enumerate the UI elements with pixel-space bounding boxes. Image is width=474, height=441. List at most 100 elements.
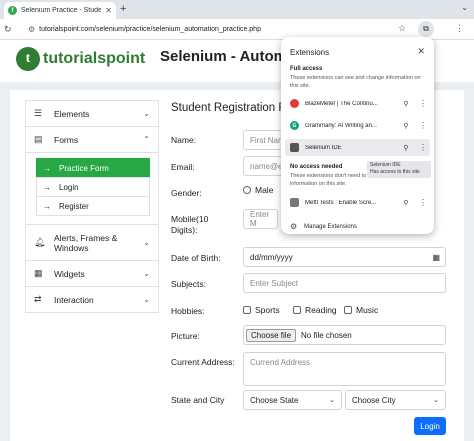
extensions-title: Extensions — [290, 48, 330, 57]
close-icon[interactable]: ✕ — [105, 6, 112, 15]
extensions-popup: Extensions ✕ Full access These extension… — [281, 37, 434, 234]
arrow-right-icon: → — [43, 163, 51, 173]
logo-mark: t — [16, 47, 40, 71]
more-options-icon[interactable]: ⋮ — [419, 121, 427, 130]
swap-arrows-icon: ⇄ — [34, 294, 42, 304]
pin-icon[interactable]: ⚲ — [401, 100, 411, 108]
tooltip-description: Has access to this site — [370, 169, 420, 175]
browser-tab-bar: f Selenium Practice - Student I ✕ + ⌄ — [0, 0, 474, 19]
close-icon[interactable]: ✕ — [417, 46, 425, 57]
hobby-reading-checkbox[interactable]: Reading — [293, 305, 337, 315]
grammarly-icon: G — [290, 121, 299, 130]
pin-icon[interactable]: ⚲ — [401, 199, 411, 207]
state-select[interactable]: Choose State ⌄ — [243, 390, 342, 410]
state-city-label: State and City — [171, 395, 225, 405]
chevron-down-icon: ⌄ — [143, 238, 150, 247]
manage-extensions-link[interactable]: ⚙ Manage Extensions — [290, 222, 357, 231]
no-access-heading: No access needed — [290, 164, 343, 170]
extension-item-selenium-ide[interactable]: Selenium IDE ⚲ ⋮ — [285, 139, 430, 156]
sidebar-item-label: Alerts, Frames & Windows — [54, 232, 118, 253]
manage-extensions-label: Manage Extensions — [304, 223, 357, 230]
chevron-down-icon: ⌄ — [143, 295, 150, 304]
sidebar-item-widgets[interactable]: ▦ Widgets ⌄ — [25, 260, 159, 287]
sidebar-item-label: Practice Form — [59, 163, 109, 173]
full-access-heading: Full access — [290, 66, 323, 72]
logo[interactable]: t tutorialspoint — [16, 47, 145, 71]
pin-icon[interactable]: ⚲ — [401, 122, 411, 130]
calendar-icon[interactable]: ▦ — [432, 253, 440, 262]
gender-male-radio[interactable]: Male — [243, 185, 273, 195]
url-field[interactable]: ⚙ tutorialspoint.com/selenium/practice/s… — [28, 22, 388, 37]
sidebar-item-label: Interaction — [54, 294, 94, 305]
hobby-label: Sports — [255, 305, 280, 315]
sidebar-item-practice-form[interactable]: → Practice Form — [36, 158, 150, 178]
hamburger-icon: ☰ — [34, 108, 43, 118]
gear-icon: ⚙ — [290, 222, 298, 231]
extension-name: Grammarly: AI Writing an... — [305, 122, 377, 129]
radio-circle[interactable] — [243, 186, 251, 194]
selenium-ide-tooltip: Selenium IDE Has access to this site — [367, 161, 431, 178]
sidebar-item-register[interactable]: → Register — [36, 196, 150, 216]
sidebar-item-forms[interactable]: ▤ Forms ⌃ — [25, 126, 159, 153]
grid-icon: ▦ — [34, 268, 43, 278]
sidebar: ☰ Elements ⌄ ▤ Forms ⌃ → Practice Form →… — [25, 100, 159, 313]
bell-icon: 🔔︎ — [34, 237, 46, 247]
city-select-value: Choose City — [352, 395, 396, 405]
extensions-puzzle-icon[interactable]: ⧉ — [418, 21, 434, 37]
chevron-down-icon[interactable]: ⌄ — [461, 3, 468, 12]
mobile-label: Mobile(10 Digits): — [171, 214, 209, 235]
city-select[interactable]: Choose City ⌄ — [345, 390, 446, 410]
more-options-icon[interactable]: ⋮ — [419, 99, 427, 108]
site-info-icon[interactable]: ⚙ — [28, 25, 35, 34]
mobile-input[interactable]: Enter M — [243, 209, 278, 229]
subjects-input[interactable]: Enter Subject — [243, 273, 446, 293]
sidebar-item-login[interactable]: → Login — [36, 177, 150, 197]
arrow-right-icon: → — [43, 201, 51, 211]
sidebar-item-interaction[interactable]: ⇄ Interaction ⌄ — [25, 286, 159, 313]
sidebar-item-label: Forms — [54, 134, 79, 145]
login-button[interactable]: Login — [414, 417, 446, 435]
pin-icon[interactable]: ⚲ — [401, 144, 411, 152]
mettl-icon — [290, 198, 299, 207]
sidebar-item-elements[interactable]: ☰ Elements ⌄ — [25, 100, 159, 127]
email-input[interactable]: name@e — [243, 156, 283, 176]
choose-file-button[interactable]: Choose file — [246, 328, 297, 342]
subjects-label: Subjects: — [171, 279, 206, 289]
form-title: Student Registration Fo — [171, 102, 292, 114]
checkbox-box[interactable] — [293, 306, 301, 314]
new-tab-icon[interactable]: + — [120, 3, 126, 15]
address-textarea[interactable]: Currend Address — [243, 352, 446, 386]
checkbox-box[interactable] — [344, 306, 352, 314]
hobby-label: Reading — [305, 305, 337, 315]
picture-file-input[interactable]: Choose file No file chosen — [243, 325, 446, 345]
hobby-sports-checkbox[interactable]: Sports — [243, 305, 280, 315]
extension-item-mettl[interactable]: Mettl Tests : Enable Scre... ⚲ ⋮ — [285, 194, 430, 211]
hobby-label: Music — [356, 305, 379, 315]
dob-value: dd/mm/yyyy — [250, 252, 293, 262]
logo-text: tutorialspoint — [43, 50, 146, 67]
reload-icon[interactable]: ↻ — [4, 24, 12, 35]
picture-label: Picture: — [171, 331, 200, 341]
checkbox-box[interactable] — [243, 306, 251, 314]
extension-name: BlazeMeter | The Continu... — [305, 100, 378, 107]
sidebar-item-label: Register — [59, 201, 89, 211]
dob-label: Date of Birth: — [171, 253, 221, 263]
dob-input[interactable]: dd/mm/yyyy ▦ — [243, 247, 446, 267]
extension-item-blazemeter[interactable]: BlazeMeter | The Continu... ⚲ ⋮ — [285, 95, 430, 112]
browser-menu-icon[interactable]: ⋮ — [455, 23, 464, 34]
extension-name: Mettl Tests : Enable Scre... — [305, 199, 377, 206]
blazemeter-icon — [290, 99, 299, 108]
bookmark-star-icon[interactable]: ☆ — [398, 23, 406, 34]
more-options-icon[interactable]: ⋮ — [419, 198, 427, 207]
hobby-music-checkbox[interactable]: Music — [344, 305, 378, 315]
extension-item-grammarly[interactable]: G Grammarly: AI Writing an... ⚲ ⋮ — [285, 117, 430, 134]
browser-tab[interactable]: f Selenium Practice - Student I ✕ — [4, 2, 116, 19]
url-text: tutorialspoint.com/selenium/practice/sel… — [39, 26, 261, 33]
chevron-down-icon: ⌄ — [433, 397, 439, 404]
tab-favicon-icon: f — [8, 6, 17, 15]
sidebar-item-alerts[interactable]: 🔔︎ Alerts, Frames & Windows ⌄ — [25, 224, 159, 261]
sidebar-item-label: Login — [59, 182, 79, 192]
chevron-down-icon: ⌄ — [329, 397, 335, 404]
more-options-icon[interactable]: ⋮ — [419, 143, 427, 152]
chevron-up-icon: ⌃ — [143, 135, 150, 144]
